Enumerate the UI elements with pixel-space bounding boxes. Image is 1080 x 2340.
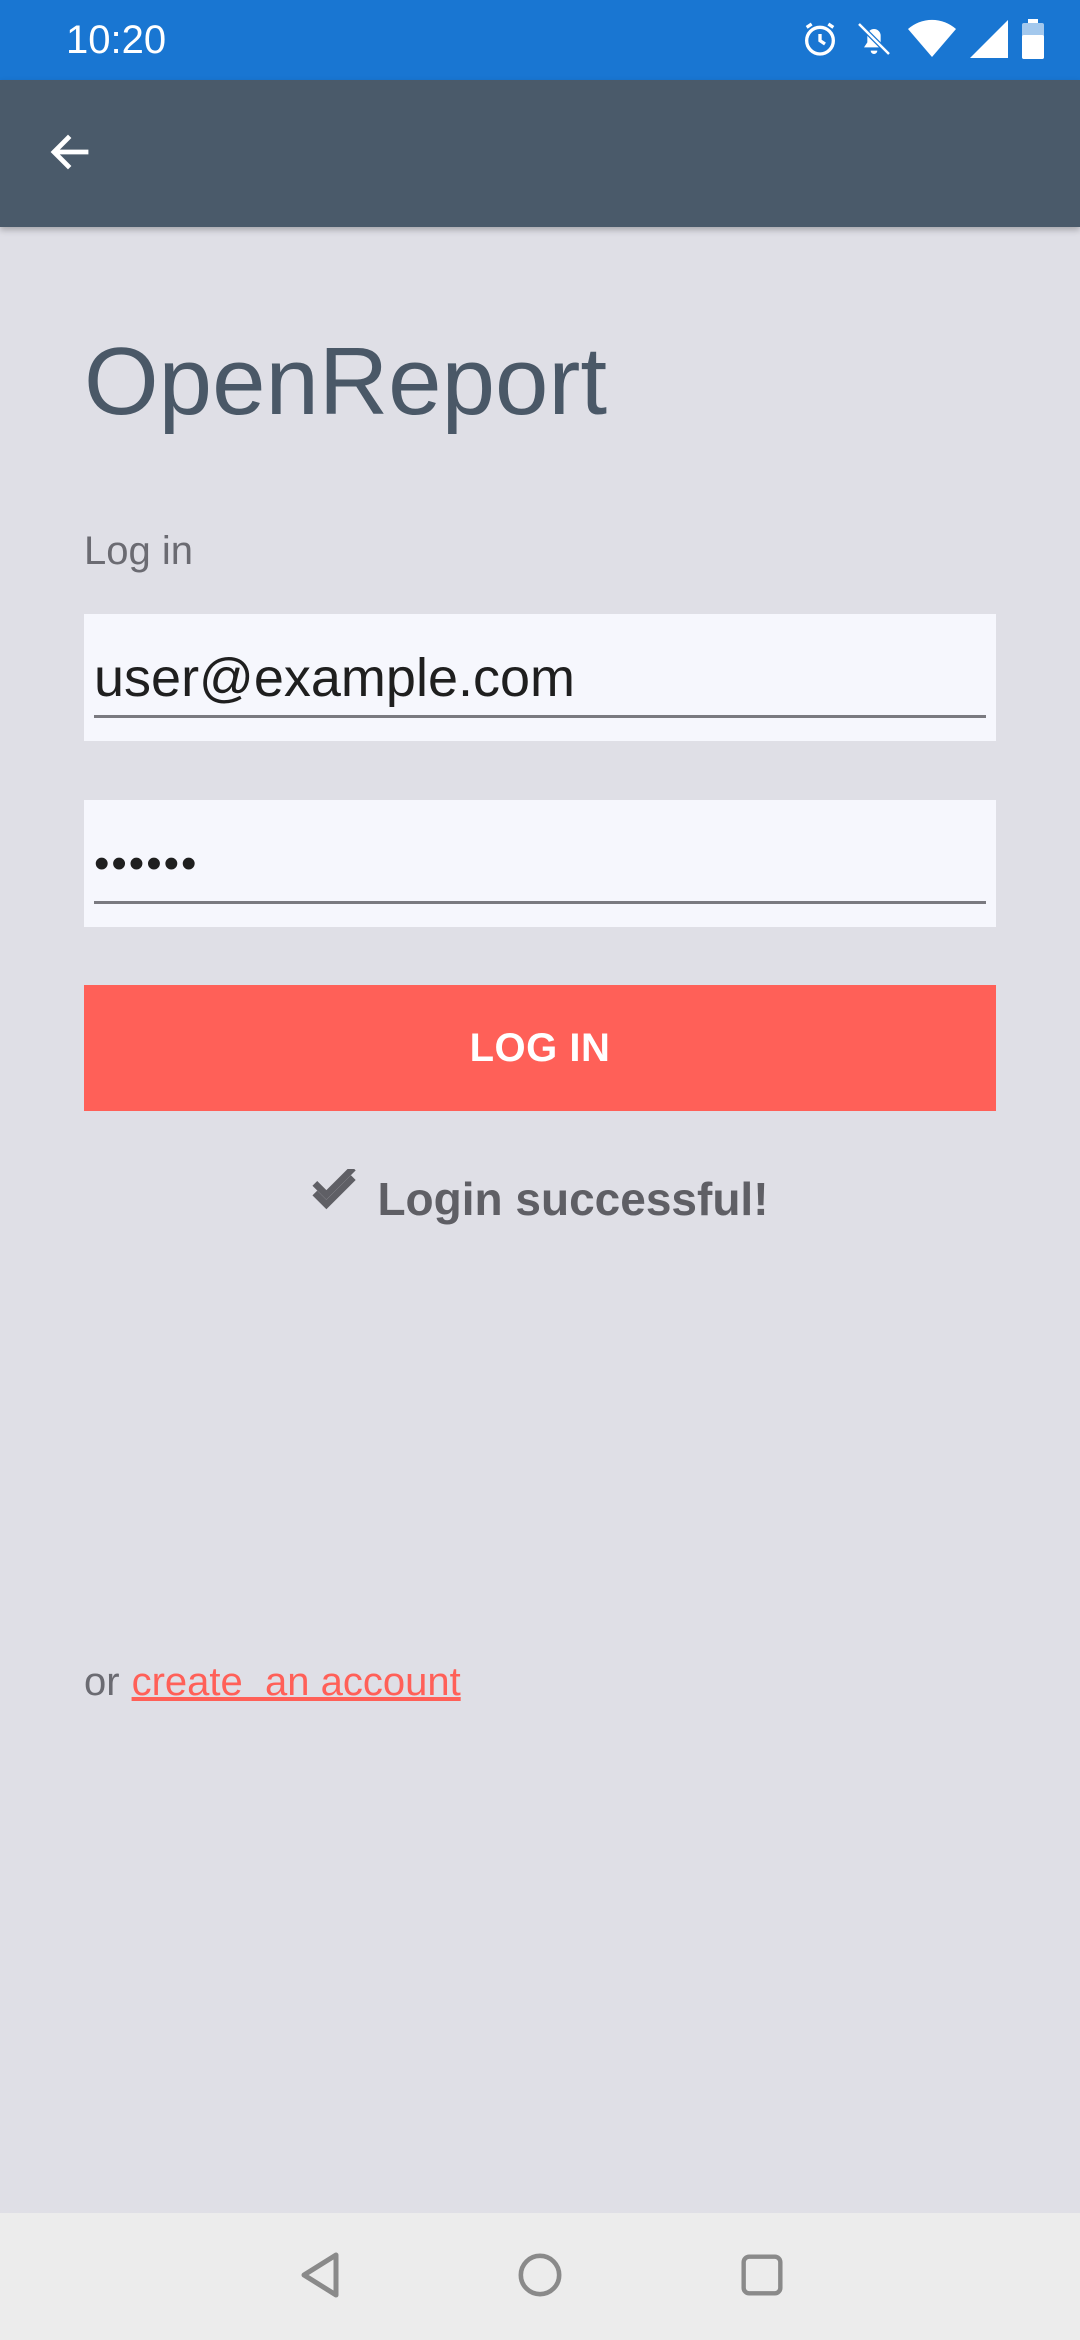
app-bar <box>0 80 1080 227</box>
section-label: Log in <box>84 529 193 573</box>
back-triangle-icon <box>298 2251 342 2304</box>
recents-square-icon <box>740 2253 784 2302</box>
login-status: Login successful! <box>84 1165 996 1228</box>
status-icons <box>800 18 1044 64</box>
arrow-back-icon <box>46 128 94 181</box>
navigation-bar <box>0 2213 1080 2340</box>
nav-recents-button[interactable] <box>732 2247 792 2307</box>
create-account-link[interactable]: create an account <box>132 1660 461 1704</box>
app-title: OpenReport <box>84 328 607 435</box>
status-bar: 10:20 <box>0 0 1080 80</box>
notifications-off-icon <box>854 19 894 64</box>
create-account-row: or create an account <box>84 1660 461 1705</box>
nav-home-button[interactable] <box>510 2247 570 2307</box>
password-field-container <box>84 800 996 927</box>
email-field-container <box>84 614 996 741</box>
double-check-icon <box>311 1165 361 1228</box>
login-button[interactable]: LOG IN <box>84 985 996 1111</box>
email-field[interactable] <box>94 640 986 718</box>
alarm-icon <box>800 19 840 64</box>
or-label: or <box>84 1660 120 1704</box>
signal-icon <box>970 19 1008 63</box>
status-time: 10:20 <box>66 18 167 62</box>
battery-icon <box>1022 18 1044 64</box>
wifi-icon <box>908 19 956 64</box>
home-circle-icon <box>517 2252 563 2303</box>
back-button[interactable] <box>36 120 104 188</box>
nav-back-button[interactable] <box>290 2247 350 2307</box>
password-field[interactable] <box>94 826 986 904</box>
success-message: Login successful! <box>377 1172 769 1225</box>
